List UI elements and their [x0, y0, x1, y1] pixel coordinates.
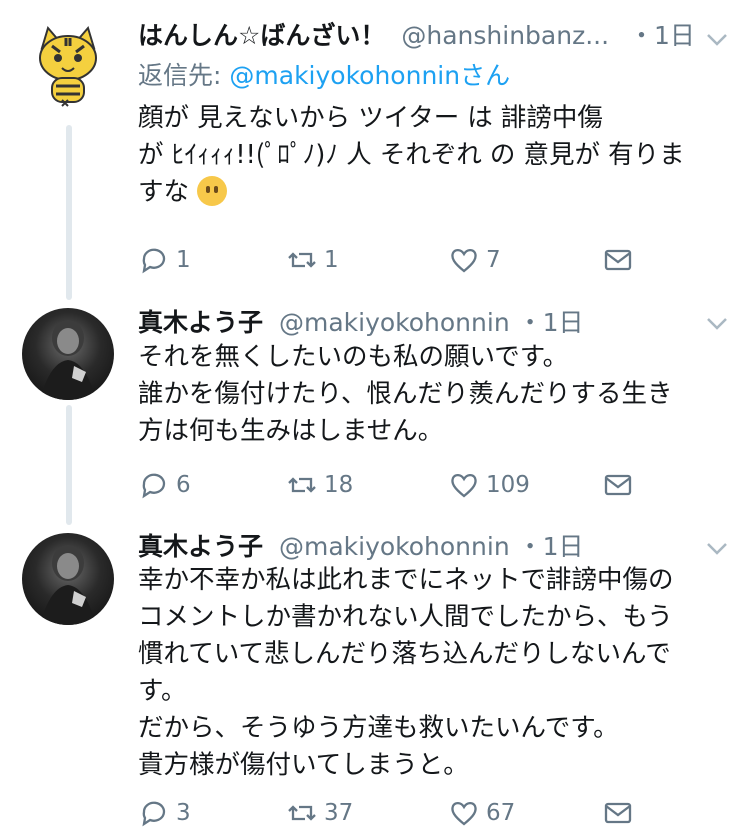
envelope-icon	[604, 474, 632, 496]
direct-message-button[interactable]	[602, 240, 640, 280]
user-handle[interactable]: @makiyokohonnin	[279, 308, 510, 337]
chevron-down-icon[interactable]	[704, 535, 730, 561]
retweet-count: 18	[324, 472, 354, 498]
tweet-text: それを無くしたいのも私の願いです。 誰かを傷付けたり、恨んだり羨んだりする生き …	[138, 342, 673, 446]
reply-context: 返信先: @makiyokohonninさん	[138, 58, 510, 94]
timestamp[interactable]: ・1日	[518, 532, 584, 561]
reply-count: 6	[176, 472, 191, 498]
direct-message-button[interactable]	[602, 793, 640, 833]
like-count: 109	[486, 472, 530, 498]
tweet-header: 真木よう子 @makiyokohonnin ・1日	[138, 303, 584, 343]
retweet-icon	[288, 805, 316, 821]
tiger-icon	[39, 25, 97, 107]
tweet-text: 顔が 見えないから ツイター は 誹謗中傷 が ﾋｲｨｨｨ!!(ﾟﾛﾟﾉ)ﾉ 人…	[138, 100, 728, 211]
like-count: 67	[486, 800, 516, 826]
chevron-down-icon[interactable]	[704, 26, 730, 52]
retweet-button[interactable]: 18	[286, 465, 353, 505]
display-name[interactable]: はんしん☆ばんざい！	[138, 21, 385, 50]
user-handle[interactable]: @makiyokohonnin	[279, 532, 510, 561]
like-button[interactable]: 67	[448, 793, 515, 833]
portrait-photo	[40, 320, 96, 400]
retweet-count: 1	[324, 247, 339, 273]
display-name[interactable]: 真木よう子	[138, 308, 263, 337]
heart-icon	[451, 248, 477, 273]
retweet-button[interactable]: 37	[286, 793, 353, 833]
retweet-icon	[288, 252, 316, 268]
reply-prefix: 返信先:	[138, 61, 222, 90]
tweet[interactable]: 真木よう子 @makiyokohonnin ・1日 幸か不幸か私は此れまでにネッ…	[0, 525, 750, 840]
retweet-button[interactable]: 1	[286, 240, 339, 280]
reply-icon	[142, 801, 166, 827]
reply-button[interactable]: 6	[138, 465, 191, 505]
retweet-icon	[288, 477, 316, 493]
tweet[interactable]: はんしん☆ばんざい！ @hanshinbanz... ・1日 返信先: @mak…	[0, 0, 750, 300]
user-handle[interactable]: @hanshinbanz...	[401, 21, 609, 50]
timestamp[interactable]: ・1日	[518, 308, 584, 337]
tweet[interactable]: 真木よう子 @makiyokohonnin ・1日 それを無くしたいのも私の願い…	[0, 300, 750, 525]
reply-button[interactable]: 3	[138, 793, 191, 833]
reply-count: 3	[176, 800, 191, 826]
reply-icon	[142, 248, 166, 274]
envelope-icon	[604, 802, 632, 824]
tiger-avatar[interactable]	[22, 18, 114, 110]
envelope-icon	[604, 249, 632, 271]
like-count: 7	[486, 247, 501, 273]
direct-message-button[interactable]	[602, 465, 640, 505]
tweet-actions: 1 1 7	[138, 240, 638, 280]
chevron-down-icon[interactable]	[704, 310, 730, 336]
reply-button[interactable]: 1	[138, 240, 191, 280]
heart-icon	[451, 473, 477, 498]
neutral-face-emoji-icon	[197, 176, 228, 206]
user-avatar[interactable]	[22, 308, 114, 400]
reply-handle-link[interactable]: @makiyokohonninさん	[229, 61, 510, 90]
tweet-actions: 6 18 109	[138, 465, 638, 505]
like-button[interactable]: 7	[448, 240, 501, 280]
tweet-header: 真木よう子 @makiyokohonnin ・1日	[138, 527, 584, 567]
tweet-actions: 3 37 67	[138, 793, 638, 833]
portrait-photo	[40, 545, 96, 625]
like-button[interactable]: 109	[448, 465, 530, 505]
timestamp[interactable]: ・1日	[629, 21, 695, 50]
heart-icon	[451, 801, 477, 826]
retweet-count: 37	[324, 800, 354, 826]
user-avatar[interactable]	[22, 533, 114, 625]
reply-count: 1	[176, 247, 191, 273]
tweet-header: はんしん☆ばんざい！ @hanshinbanz... ・1日	[138, 16, 695, 56]
tweet-text: 幸か不幸か私は此れまでにネットで誹謗中傷の コメントしか書かれない人間でしたから…	[138, 565, 674, 780]
display-name[interactable]: 真木よう子	[138, 532, 263, 561]
reply-icon	[142, 473, 166, 499]
